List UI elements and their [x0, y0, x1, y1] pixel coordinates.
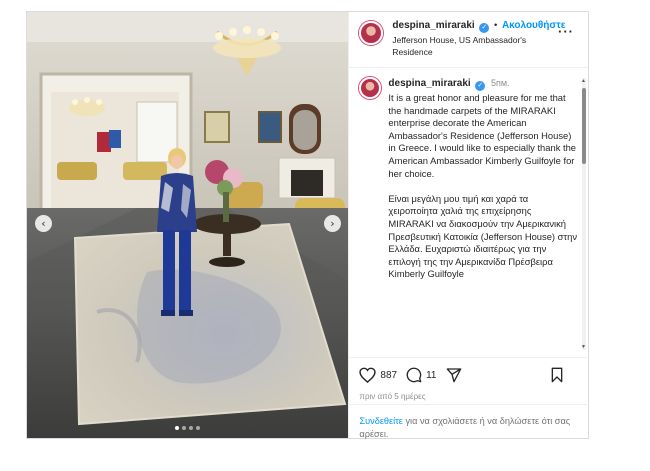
residence-interior-image: [27, 12, 349, 438]
save-button[interactable]: [550, 367, 568, 383]
post-side-panel: despina_miraraki ✓ • Ακολουθήστε Jeffers…: [348, 12, 588, 441]
post-date: πριν από 5 ημέρες: [359, 392, 426, 401]
login-prompt: Συνδεθείτε για να σχολιάσετε ή να δηλώσε…: [349, 404, 588, 441]
more-horizontal-icon[interactable]: ···: [558, 24, 574, 39]
like-button[interactable]: 887: [359, 367, 397, 383]
like-count: 887: [380, 369, 398, 381]
carousel-prev-button[interactable]: ‹: [35, 215, 52, 232]
carousel-dot[interactable]: [175, 426, 180, 430]
caption-text: It is a great honor and pleasure for me …: [388, 92, 578, 280]
carousel-dot[interactable]: [189, 426, 194, 430]
verified-badge-icon: ✓: [479, 23, 490, 33]
carousel-dot[interactable]: [196, 426, 201, 430]
avatar[interactable]: [359, 21, 384, 45]
comments-area: despina_miraraki ✓ 5пм. It is a great ho…: [349, 69, 587, 355]
post-actions: 887 11 πριν από 5 ημέρες: [349, 357, 588, 401]
bookmark-icon: [552, 367, 563, 383]
post-header: despina_miraraki ✓ • Ακολουθήστε Jeffers…: [349, 12, 588, 68]
post-photo[interactable]: ‹ ›: [27, 12, 349, 438]
avatar[interactable]: [359, 77, 382, 99]
login-link[interactable]: Συνδεθείτε: [359, 416, 402, 426]
scroll-down-arrow-icon[interactable]: ▼: [581, 344, 586, 350]
username-link[interactable]: despina_miraraki: [392, 20, 474, 31]
separator-dot: •: [493, 20, 498, 31]
comment-button[interactable]: 11: [406, 367, 437, 383]
scrollbar-thumb[interactable]: [582, 88, 586, 164]
carousel-dots: [27, 426, 348, 430]
follow-button[interactable]: Ακολουθήστε: [502, 20, 566, 31]
comment-icon: [406, 367, 422, 383]
carousel-dot[interactable]: [182, 426, 187, 430]
scroll-up-arrow-icon[interactable]: ▲: [581, 78, 586, 84]
chevron-right-icon: ›: [330, 217, 335, 230]
share-icon: [446, 368, 461, 383]
location-link[interactable]: Jefferson House, US Ambassador's Residen…: [392, 34, 562, 58]
comment-count: 11: [426, 369, 437, 381]
comments-scrollbar[interactable]: ▲ ▼: [581, 78, 586, 350]
caption-time: 5пм.: [490, 78, 510, 88]
instagram-post-embed: ‹ › despina_miraraki ✓ • Ακολουθήστε Jef…: [26, 11, 589, 439]
chevron-left-icon: ‹: [41, 217, 46, 230]
caption: despina_miraraki ✓ 5пм. It is a great ho…: [349, 69, 587, 281]
carousel-next-button[interactable]: ›: [324, 215, 341, 232]
verified-badge-icon: ✓: [475, 81, 486, 91]
caption-username[interactable]: despina_miraraki: [388, 78, 470, 89]
heart-icon: [359, 367, 377, 383]
share-button[interactable]: [446, 367, 466, 383]
